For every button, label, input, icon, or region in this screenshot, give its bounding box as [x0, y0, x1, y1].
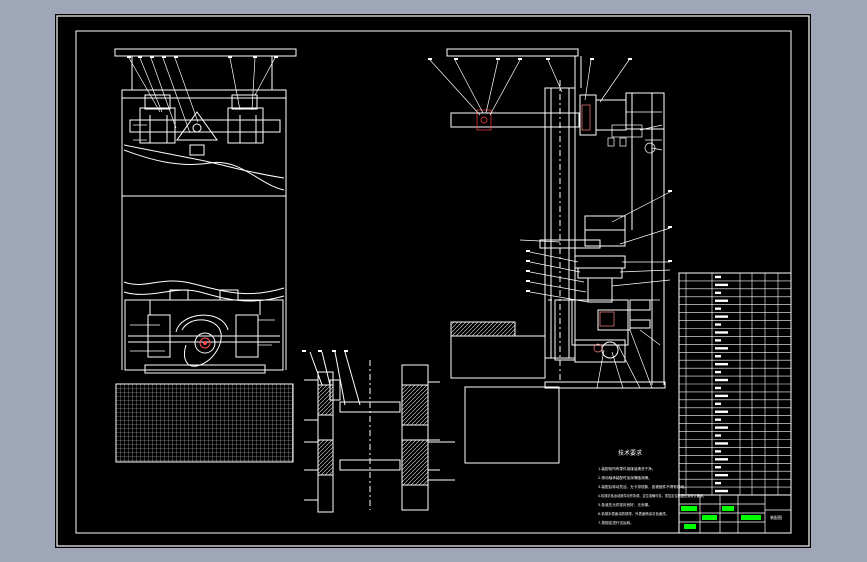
table-cell-mark — [715, 307, 721, 310]
note-5: 5.各液压元件密封良好，无渗漏。 — [598, 502, 652, 507]
notes-title: 技术要求 — [618, 449, 642, 457]
table-cell-mark — [715, 283, 728, 287]
table-cell-mark — [715, 291, 721, 295]
table-cell-mark — [715, 370, 721, 374]
note-7: 7.按规定进行试运转。 — [598, 520, 634, 525]
table-cell-mark — [715, 473, 728, 477]
table-cell-mark — [715, 347, 728, 350]
table-cell-mark — [715, 434, 721, 437]
table-cell-mark — [715, 339, 721, 342]
note-3: 3.装配后转动灵活，无卡滞现象，各紧固件不得有松动。 — [598, 484, 688, 489]
table-cell-mark — [715, 394, 728, 398]
table-cell-mark — [715, 466, 721, 469]
table-cell-mark — [715, 315, 728, 318]
table-cell-mark — [715, 481, 721, 485]
table-cell-mark — [715, 299, 728, 302]
drawing-sheet: 技术要求 1.装配前所有零件用煤油清洗干净。 2.滚动轴承装配时加润滑脂润滑。 … — [55, 14, 811, 548]
table-cell-mark — [715, 362, 728, 366]
note-6: 6.机械手表面涂防锈漆，外表面喷涂灰色面漆。 — [598, 511, 669, 516]
table-cell-mark — [715, 442, 728, 445]
table-cell-mark — [715, 386, 721, 390]
table-cell-mark — [715, 410, 728, 413]
table-cell-mark — [715, 489, 728, 493]
note-2: 2.滚动轴承装配时加润滑脂润滑。 — [598, 475, 652, 480]
table-cell-mark — [715, 275, 721, 279]
table-cell-mark — [715, 458, 728, 461]
table-cell-mark — [715, 331, 728, 334]
note-1: 1.装配前所有零件用煤油清洗干净。 — [598, 466, 655, 471]
table-cell-mark — [715, 418, 721, 421]
table-cell-mark — [715, 426, 728, 429]
table-cell-mark — [715, 378, 728, 382]
title-block-name: 装配图 — [770, 514, 782, 520]
cad-viewport[interactable]: 技术要求 1.装配前所有零件用煤油清洗干净。 2.滚动轴承装配时加润滑脂润滑。 … — [0, 0, 867, 562]
table-cell-mark — [715, 450, 721, 453]
table-cell-mark — [715, 402, 721, 406]
table-cell-mark — [715, 323, 721, 326]
base-hatch — [115, 383, 294, 463]
table-cell-mark — [715, 355, 721, 358]
